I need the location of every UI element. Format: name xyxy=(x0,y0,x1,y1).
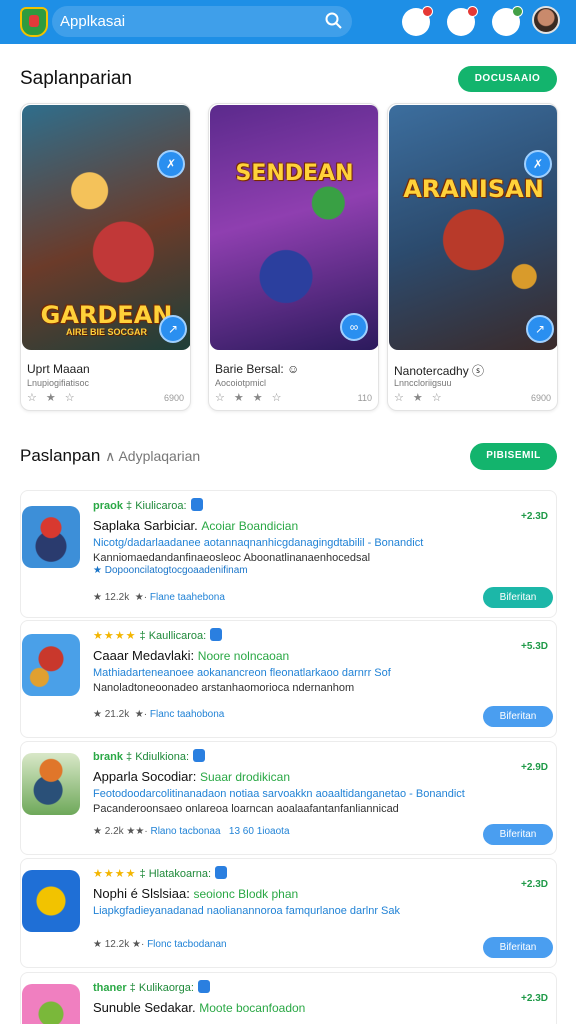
verified-icon xyxy=(215,866,228,879)
app-icon xyxy=(22,984,80,1024)
item-rating: ★ 21.2k ★· Flanc taahobona xyxy=(93,709,225,720)
featured-see-all-button[interactable]: DOCUSAAIO xyxy=(458,66,557,92)
card-subtitle: Aocoiotpmicl xyxy=(215,378,267,388)
card-subtitle: Lnnccloriigsuu xyxy=(394,378,452,388)
card-count: 110 xyxy=(357,393,372,403)
list-section-title: Paslanpan ∧ Adyplaqarian xyxy=(20,446,200,466)
item-meta: ★★★★ ‡ Hlatakoarna: xyxy=(93,866,228,880)
get-button[interactable]: Biferitan xyxy=(483,824,553,845)
card-count: 6900 xyxy=(163,393,184,403)
item-rating: ★ 2.2k ★★· Rlano tacbonaa 13 60 1ioaota xyxy=(93,826,290,837)
featured-section-title: Saplanparian xyxy=(20,68,132,89)
rating-stars-icon: ☆★★☆ xyxy=(215,392,291,404)
card-title: Uprt Maaan xyxy=(27,362,90,376)
search-icon[interactable] xyxy=(324,11,344,31)
item-meta: praok ‡ Kiulicaroa: xyxy=(93,498,203,512)
top-bar: Applkasai xyxy=(0,0,576,44)
item-description: Nicotg/dadarlaadanee aotannaqnanhicgdana… xyxy=(93,537,424,549)
card-title: Nanotercadhy ⓢ xyxy=(394,364,485,378)
item-count: +2.9D xyxy=(521,762,548,773)
game-art-image: SENDEAN ∞ xyxy=(210,105,378,350)
tools-icon[interactable]: ✗ xyxy=(157,150,185,178)
app-icon xyxy=(22,753,80,815)
game-art-image: GARDEAN AIRE BIE SOCGAR ✗ ↗ xyxy=(22,105,190,350)
item-meta: thaner ‡ Kulikaorga: xyxy=(93,980,210,994)
list-title: Paslanpan xyxy=(20,446,101,465)
get-button[interactable]: Biferitan xyxy=(483,937,553,958)
verified-icon xyxy=(210,628,223,641)
game-art-image: ARANISAN ✗ ↗ xyxy=(389,105,557,350)
app-icon xyxy=(22,634,80,696)
item-description: ★ Dopooncilatogtocgoaadenifinam xyxy=(93,565,248,576)
search-text: Applkasai xyxy=(60,13,126,30)
list-item[interactable]: praok ‡ Kiulicaroa: Saplaka Sarbiciar. A… xyxy=(20,490,557,618)
item-count: +2.3D xyxy=(521,993,548,1004)
item-title: Caaar Medavlaki: Noore nolncaoan xyxy=(93,648,290,663)
item-count: +5.3D xyxy=(521,641,548,652)
verified-icon xyxy=(197,980,210,993)
featured-card[interactable]: SENDEAN ∞ Barie Bersal: ☺ Aocoiotpmicl ☆… xyxy=(208,103,379,411)
item-meta: brank ‡ Kdiulkiona: xyxy=(93,749,206,763)
share-icon[interactable]: ↗ xyxy=(526,315,554,343)
list-item[interactable]: brank ‡ Kdiulkiona: Apparla Socodiar: Su… xyxy=(20,741,557,855)
chat-icon[interactable] xyxy=(447,6,478,36)
get-button[interactable]: Biferitan xyxy=(483,706,553,727)
verified-icon xyxy=(193,749,206,762)
item-title: Nophi é Slslsiaa: seoionc Blodk phan xyxy=(93,886,299,901)
notification-icon[interactable] xyxy=(402,6,433,36)
item-title: Apparla Socodiar: Suaar drodikican xyxy=(93,769,291,784)
rating-stars-icon: ☆★☆ xyxy=(394,392,451,404)
item-meta: ★★★★ ‡ Kaullicaroa: xyxy=(93,628,223,642)
user-avatar[interactable] xyxy=(532,6,560,34)
item-description: Mathiadarteneanoee aokanancreon fleonatl… xyxy=(93,667,391,679)
item-title: Saplaka Sarbiciar. Acoiar Boandician xyxy=(93,518,299,533)
rating-stars-icon: ☆★☆ xyxy=(27,392,84,404)
share-icon[interactable]: ∞ xyxy=(340,313,368,341)
get-button[interactable]: Biferitan xyxy=(483,587,553,608)
item-description: Kanniomaedandanfinaeosleoc Aboonatlinana… xyxy=(93,552,371,564)
search-input[interactable]: Applkasai xyxy=(52,6,352,37)
art-title: SENDEAN xyxy=(235,161,354,186)
list-see-all-button[interactable]: PIBISEMIL xyxy=(470,443,557,470)
share-icon[interactable]: ↗ xyxy=(159,315,187,343)
item-rating: ★ 12.2k ★· Flonc tacbodanan xyxy=(93,939,227,950)
card-title: Barie Bersal: ☺ xyxy=(215,362,300,376)
list-item[interactable]: ★★★★ ‡ Kaullicaroa: Caaar Medavlaki: Noo… xyxy=(20,620,557,738)
featured-card[interactable]: ARANISAN ✗ ↗ Nanotercadhy ⓢ Lnnccloriigs… xyxy=(387,103,558,411)
list-item[interactable]: thaner ‡ Kulikaorga: Sunuble Sedakar. Mo… xyxy=(20,972,557,1024)
list-item[interactable]: ★★★★ ‡ Hlatakoarna: Nophi é Slslsiaa: se… xyxy=(20,858,557,968)
verified-icon xyxy=(190,498,203,511)
tools-icon[interactable]: ✗ xyxy=(524,150,552,178)
card-count: 6900 xyxy=(530,393,551,403)
app-icon xyxy=(22,506,80,568)
item-rating: ★ 12.2k ★· Flane taahebona xyxy=(93,592,225,603)
app-logo-icon[interactable] xyxy=(20,7,48,37)
item-description: Liapkgfadieyanadanad naolianannoroa famq… xyxy=(93,905,401,917)
item-count: +2.3D xyxy=(521,879,548,890)
featured-card[interactable]: GARDEAN AIRE BIE SOCGAR ✗ ↗ Uprt Maaan L… xyxy=(20,103,191,411)
card-subtitle: Lnupiogifiatisoc xyxy=(27,378,90,388)
art-title: ARANISAN xyxy=(403,175,544,203)
item-description: Pacanderoonsaeo onlareoa loarncan aoalaa… xyxy=(93,803,399,815)
item-title: Sunuble Sedakar. Moote bocanfoadon xyxy=(93,1000,306,1015)
item-count: +2.3D xyxy=(521,511,548,522)
item-description: Nanoladtoneoonadeo arstanhaomorioca nder… xyxy=(93,682,355,694)
list-subtitle: ∧ Adyplaqarian xyxy=(105,448,201,464)
item-description: Feotodoodarcolitinanadaon notiaa sarvoak… xyxy=(93,788,465,800)
friends-icon[interactable] xyxy=(492,6,523,36)
app-icon xyxy=(22,870,80,932)
